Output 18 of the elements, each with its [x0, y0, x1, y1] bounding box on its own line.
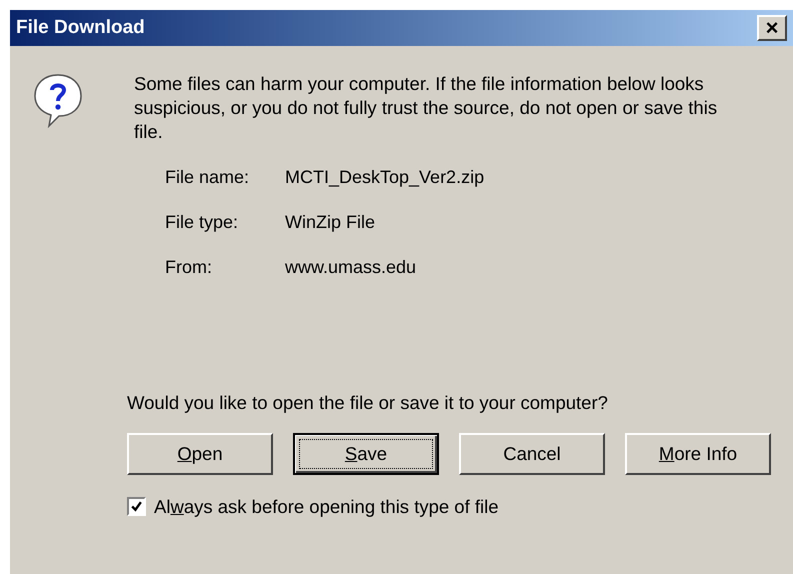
question-text: Would you like to open the file or save it to your computer?: [127, 391, 609, 415]
dialog-button[interactable]: More Info: [625, 432, 771, 475]
field-value: MCTI_DeskTop_Ver2.zip: [285, 166, 484, 189]
dialog-button[interactable]: Save: [293, 432, 439, 475]
field-label: From:: [165, 256, 213, 279]
field-label: File name:: [165, 166, 250, 189]
question-icon: [32, 72, 84, 128]
dialog-button[interactable]: Cancel: [459, 432, 605, 475]
check-icon: [130, 500, 143, 514]
field-value: www.umass.edu: [285, 256, 416, 279]
warning-message: Some files can harm your computer. If the file information below looks suspicious, or you do not fully trust the source, do not open or save this file.: [134, 72, 718, 144]
field-label: File type:: [165, 211, 240, 234]
checkbox[interactable]: [127, 497, 146, 516]
close-button[interactable]: ×: [757, 15, 787, 41]
dialog-button[interactable]: Open: [127, 432, 273, 475]
checkbox-label[interactable]: Always ask before opening this type of file: [154, 492, 499, 520]
window-title: File Download: [16, 16, 145, 40]
field-value: WinZip File: [285, 211, 376, 234]
